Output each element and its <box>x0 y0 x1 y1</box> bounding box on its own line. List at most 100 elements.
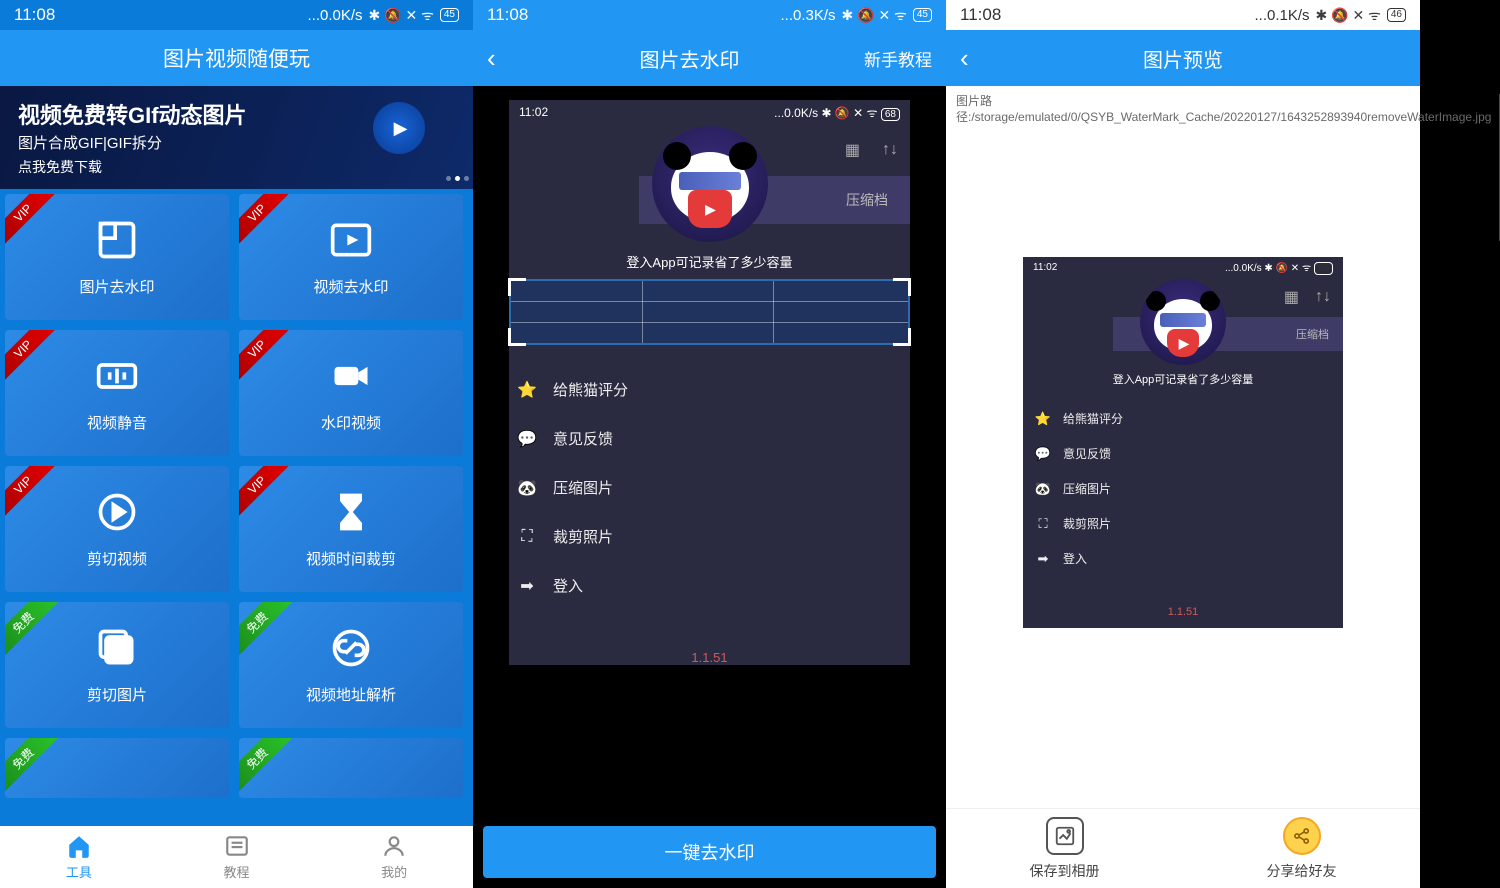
tile-partial-2[interactable]: 免费 <box>239 738 463 798</box>
save-icon <box>1046 817 1084 855</box>
back-button[interactable]: ‹ <box>487 43 515 74</box>
tile-label: 视频去水印 <box>313 276 388 297</box>
inner-menu: ⭐给熊猫评分 💬意见反馈 🐼压缩图片 ⛶裁剪照片 ➡登入 <box>1023 401 1343 576</box>
user-icon <box>381 833 407 859</box>
inner-time: 11:02 <box>519 105 548 119</box>
camera-icon <box>329 354 373 398</box>
tile-partial-1[interactable]: 免费 <box>5 738 229 798</box>
tile-label: 视频地址解析 <box>306 684 396 705</box>
feedback-icon: 💬 <box>517 429 537 449</box>
share-button[interactable]: 分享给好友 <box>1183 809 1420 888</box>
menu-rate: ⭐给熊猫评分 <box>1029 401 1337 436</box>
crop-handle-tl[interactable] <box>508 278 526 296</box>
hourglass-icon <box>329 490 373 534</box>
feedback-icon: 💬 <box>1035 446 1051 462</box>
battery-level: 45 <box>440 8 459 22</box>
status-time: 11:08 <box>960 5 1001 25</box>
carousel-dots[interactable] <box>446 176 469 181</box>
tab-tools[interactable]: 工具 <box>0 826 158 888</box>
play-circle-icon <box>95 490 139 534</box>
play-icon <box>373 102 425 154</box>
status-time: 11:08 <box>14 5 55 25</box>
tile-video-mute[interactable]: VIP 视频静音 <box>5 330 229 456</box>
mute-icon <box>95 354 139 398</box>
back-button[interactable]: ‹ <box>960 43 988 74</box>
tutorial-link[interactable]: 新手教程 <box>864 46 932 71</box>
battery-level: 45 <box>913 8 932 22</box>
tile-label: 图片去水印 <box>79 276 154 297</box>
compress-icon: 🐼 <box>1035 481 1051 497</box>
vip-badge: VIP <box>239 466 292 520</box>
sort-icon: ↑↓ <box>1315 288 1331 306</box>
video-icon <box>329 218 373 262</box>
promo-banner[interactable]: 视频免费转GIf动态图片 图片合成GIF|GIF拆分 点我免费下载 <box>0 86 473 189</box>
inner-menu: ⭐给熊猫评分 💬意见反馈 🐼压缩图片 ⛶裁剪照片 ➡登入 <box>509 365 910 610</box>
panda-avatar <box>652 126 768 242</box>
star-icon: ⭐ <box>517 380 537 400</box>
free-badge: 免费 <box>5 602 59 658</box>
tile-label: 剪切图片 <box>87 684 147 705</box>
save-button[interactable]: 保存到相册 <box>946 809 1183 888</box>
editor-body: 11:02 ...0.0K/s ✱ 🔕 ✕ ᯤ 68 ▦ ↑↓ 压缩档 登入Ap… <box>473 86 946 816</box>
remove-watermark-button[interactable]: 一键去水印 <box>483 826 936 878</box>
inner-status-bar: 11:02 ...0.0K/s ✱ 🔕 ✕ ᯤ 68 <box>1023 257 1343 277</box>
crop-handle-bl[interactable] <box>508 328 526 346</box>
link-icon <box>329 626 373 670</box>
banner-line3: 点我免费下载 <box>18 157 455 177</box>
free-badge: 免费 <box>239 738 293 794</box>
page-header: ‹ 图片预览 <box>946 30 1420 86</box>
status-bar: 11:08 ...0.3K/s ✱ 🔕 ✕ ᯤ 45 <box>473 0 946 30</box>
image-path: 图片路径:/storage/emulated/0/QSYB_WaterMark_… <box>956 94 1491 125</box>
tile-cut-image[interactable]: 免费 剪切图片 <box>5 602 229 728</box>
save-label: 保存到相册 <box>1030 861 1100 881</box>
tile-label: 剪切视频 <box>87 548 147 569</box>
result-image: 11:02 ...0.0K/s ✱ 🔕 ✕ ᯤ 68 ▦ ↑↓ 压缩档 登入Ap… <box>1023 257 1343 628</box>
menu-feedback: 💬意见反馈 <box>509 414 910 463</box>
tab-tutorial[interactable]: 教程 <box>158 826 316 888</box>
menu-feedback: 💬意见反馈 <box>1029 436 1337 471</box>
status-bar: 11:08 ...0.0K/s ✱ 🔕 ✕ ᯤ 45 <box>0 0 473 30</box>
menu-compress: 🐼压缩图片 <box>509 463 910 512</box>
grid-icon: ▦ <box>845 140 860 160</box>
grid-icon: ▦ <box>1284 287 1299 307</box>
tile-label: 水印视频 <box>321 412 381 433</box>
page-header: ‹ 图片去水印 新手教程 <box>473 30 946 86</box>
crop-icon: ⛶ <box>1035 516 1051 532</box>
tab-label: 工具 <box>66 862 92 881</box>
crop-handle-tr[interactable] <box>893 278 911 296</box>
tile-image-watermark[interactable]: VIP 图片去水印 <box>5 194 229 320</box>
menu-crop: ⛶裁剪照片 <box>509 512 910 561</box>
list-icon <box>224 833 250 859</box>
status-speed: ...0.3K/s <box>781 7 836 24</box>
image-preview-area[interactable]: 11:02 ...0.0K/s ✱ 🔕 ✕ ᯤ 68 ▦ ↑↓ 压缩档 登入Ap… <box>946 249 1420 808</box>
crop-selection[interactable] <box>509 279 910 345</box>
version-label: 1.1.51 <box>1023 606 1343 618</box>
login-icon: ➡ <box>1035 551 1051 567</box>
battery-level: 46 <box>1387 8 1406 22</box>
tab-mine[interactable]: 我的 <box>315 826 473 888</box>
menu-login: ➡登入 <box>509 561 910 610</box>
tile-video-watermark[interactable]: VIP 视频去水印 <box>239 194 463 320</box>
crop-handle-br[interactable] <box>893 328 911 346</box>
tile-cut-video[interactable]: VIP 剪切视频 <box>5 466 229 592</box>
tile-watermark-video[interactable]: VIP 水印视频 <box>239 330 463 456</box>
tab-label: 我的 <box>381 862 407 881</box>
menu-rate: ⭐给熊猫评分 <box>509 365 910 414</box>
vip-badge: VIP <box>5 466 58 520</box>
tile-video-time-crop[interactable]: VIP 视频时间裁剪 <box>239 466 463 592</box>
status-icons: ✱ 🔕 ✕ ᯤ <box>1316 6 1381 25</box>
phone-screen-2: 11:08 ...0.3K/s ✱ 🔕 ✕ ᯤ 45 ‹ 图片去水印 新手教程 … <box>473 0 946 888</box>
tile-video-url-parse[interactable]: 免费 视频地址解析 <box>239 602 463 728</box>
menu-login: ➡登入 <box>1029 541 1337 576</box>
menu-crop: ⛶裁剪照片 <box>1029 506 1337 541</box>
crop-icon: ⛶ <box>517 527 537 547</box>
panda-avatar <box>1140 279 1226 365</box>
login-tip: 登入App可记录省了多少容量 <box>626 252 792 271</box>
phone-screen-3: 11:08 ...0.1K/s ✱ 🔕 ✕ ᯤ 46 ‹ 图片预览 图片路径:/… <box>946 0 1420 888</box>
images-icon <box>95 626 139 670</box>
bottom-tabbar: 工具 教程 我的 <box>0 826 473 888</box>
status-icons: ✱ 🔕 ✕ ᯤ <box>369 6 434 25</box>
free-badge: 免费 <box>5 738 59 794</box>
login-icon: ➡ <box>517 576 537 596</box>
status-speed: ...0.0K/s <box>308 7 363 24</box>
